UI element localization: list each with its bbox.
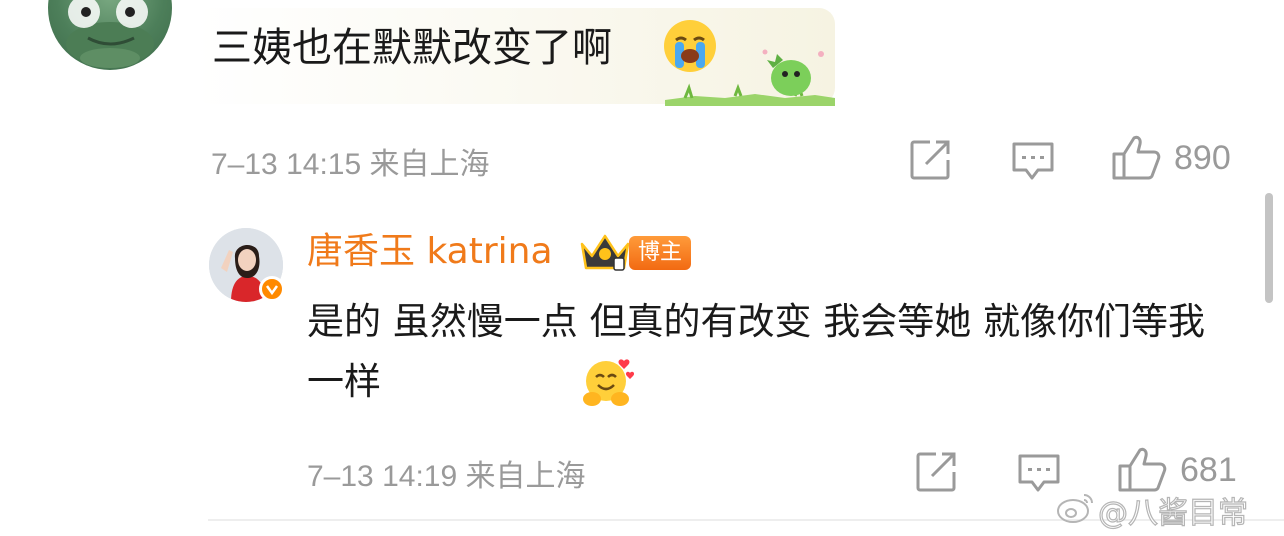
thumbs-up-icon: [1112, 135, 1161, 180]
comment-time: 14:15: [286, 148, 362, 181]
reply-time: 14:19: [382, 460, 458, 493]
comment-text: 三姨也在默默改变了啊: [212, 25, 612, 71]
reply-button[interactable]: [1010, 140, 1054, 184]
reply-location: 来自上海: [465, 460, 586, 493]
reply-date: 7–13: [307, 460, 374, 493]
commenter-avatar[interactable]: [48, 0, 172, 70]
hugging-face-hearts-icon: [580, 355, 635, 409]
dinosaur-sticker-icon: [665, 38, 835, 106]
like-count: 890: [1174, 139, 1231, 177]
like-button[interactable]: [1110, 134, 1162, 182]
comment-location: 来自上海: [369, 148, 490, 181]
reply-like-button[interactable]: [1116, 446, 1168, 494]
reply-repost-button[interactable]: [914, 450, 958, 494]
crown-level-icon: [578, 232, 632, 272]
reply-author-name[interactable]: 唐香玉 katrina: [307, 228, 553, 276]
repost-button[interactable]: [908, 138, 952, 182]
frog-avatar-icon: [66, 0, 154, 68]
reply-like-count: 681: [1180, 451, 1237, 489]
verified-badge-icon: [259, 276, 285, 302]
weibo-logo-icon: [1056, 489, 1096, 525]
reply-text: 是的 虽然慢一点 但真的有改变 我会等她 就像你们等我一样: [307, 292, 1237, 412]
thumbs-up-icon: [1118, 447, 1167, 492]
comment-meta: 7–13 14:15 来自上海: [211, 139, 490, 183]
share-edit-icon: [910, 140, 950, 180]
scrollbar[interactable]: [1265, 193, 1273, 303]
reply-text-content: 是的 虽然慢一点 但真的有改变 我会等她 就像你们等我一样: [307, 300, 1206, 403]
share-edit-icon: [916, 452, 956, 492]
comment-date: 7–13: [211, 148, 278, 181]
blogger-badge: 博主: [629, 236, 691, 270]
reply-meta: 7–13 14:19 来自上海: [307, 451, 586, 495]
reply-comment-button[interactable]: [1016, 452, 1060, 496]
watermark: @八酱目常: [1097, 495, 1248, 531]
comment-icon: [1012, 142, 1054, 180]
